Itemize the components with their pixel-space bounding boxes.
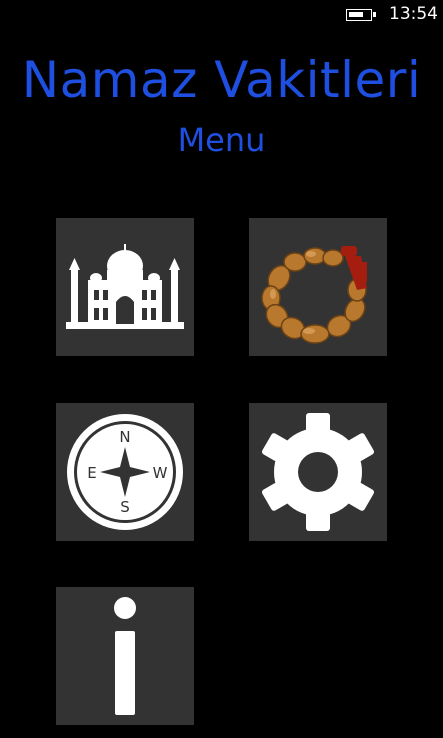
status-time: 13:54 xyxy=(389,4,438,24)
prayer-times-tile[interactable] xyxy=(56,218,194,356)
gear-icon xyxy=(262,413,374,531)
battery-fill xyxy=(349,12,363,17)
prayer-beads-icon xyxy=(261,246,367,344)
mosque-icon xyxy=(66,244,184,329)
battery-icon xyxy=(346,9,376,21)
about-tile[interactable] xyxy=(56,587,194,725)
status-bar: 13:54 xyxy=(0,0,443,32)
app-title: Namaz Vakitleri xyxy=(21,51,422,109)
compass-icon: N E W S xyxy=(67,414,183,530)
page-subtitle: Menu xyxy=(177,121,266,159)
info-icon xyxy=(114,597,136,715)
qibla-compass-tile[interactable]: N E W S xyxy=(56,403,194,541)
tasbih-tile[interactable] xyxy=(249,218,387,356)
compass-south-label: S xyxy=(120,498,130,516)
compass-west-label: W xyxy=(153,464,168,482)
settings-tile[interactable] xyxy=(249,403,387,541)
compass-north-label: N xyxy=(119,428,130,446)
compass-east-label: E xyxy=(87,464,96,482)
